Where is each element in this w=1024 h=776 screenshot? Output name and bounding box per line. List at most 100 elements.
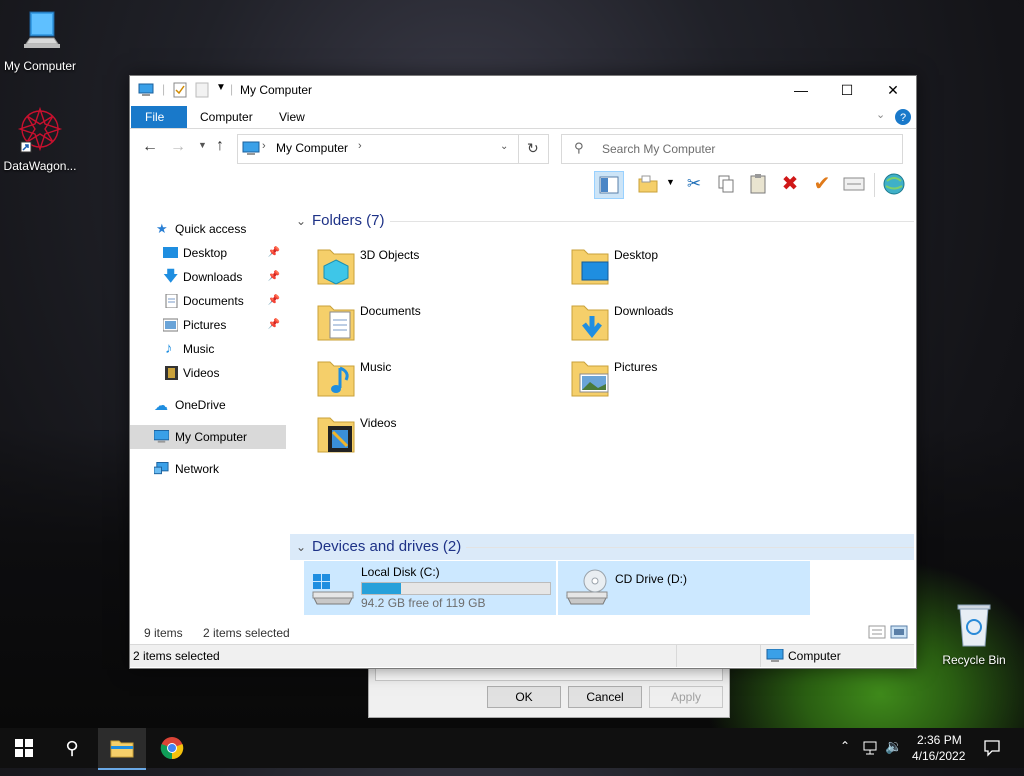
nav-videos[interactable]: Videos [130,361,286,385]
folder-downloads[interactable]: Downloads [564,294,814,346]
properties-card-icon [843,177,865,191]
explorer-window: | ▼ | My Computer — ☐ ✕ File Computer Vi… [129,75,917,669]
delete-x-icon: ✖ [781,173,799,195]
maximize-button[interactable]: ☐ [824,76,870,104]
minimize-button[interactable]: — [778,76,824,104]
computer-icon [766,649,784,662]
network-status-icon[interactable] [862,740,880,756]
pin-icon[interactable]: 📌 [268,241,280,265]
breadcrumb-chevron-icon[interactable]: › [358,140,362,152]
collapse-chevron-icon[interactable]: ⌄ [296,534,306,560]
search-button[interactable]: ⚲ [48,728,96,768]
start-button[interactable] [0,728,48,768]
nav-my-computer[interactable]: My Computer [130,425,286,449]
desktop-icon-label: DataWagon... [3,159,77,173]
search-input[interactable]: ⚲ Search My Computer [561,134,903,164]
zone-label: Computer [788,649,841,663]
file-explorer-button[interactable] [98,728,146,770]
folder-pictures[interactable]: Pictures [564,350,814,402]
nav-label: Music [183,342,215,356]
forward-arrow-icon[interactable]: → [170,138,186,156]
close-button[interactable]: ✕ [870,76,916,104]
folder-desktop[interactable]: Desktop [564,238,814,290]
drive-local-disk-c[interactable]: Local Disk (C:) 94.2 GB free of 119 GB [304,561,556,615]
music-folder-icon [317,361,355,397]
tab-view[interactable]: View [265,106,319,128]
tab-computer[interactable]: Computer [186,106,267,128]
notifications-icon[interactable] [983,739,1001,757]
new-item-button[interactable] [634,171,662,197]
window-title: My Computer [240,83,313,97]
paste-button[interactable] [744,171,772,197]
nav-downloads[interactable]: 🡇 Downloads 📌 [130,265,286,289]
folder-3d-objects[interactable]: 3D Objects [310,238,560,290]
computer-icon [24,11,60,48]
folder-music[interactable]: Music [310,350,560,402]
folder-documents[interactable]: Documents [310,294,560,346]
address-dropdown-icon[interactable]: ⌄ [500,141,508,152]
desktop-icon-label: My Computer [3,59,77,73]
status-bar: 9 items 2 items selected [130,624,914,642]
nav-desktop[interactable]: Desktop 📌 [130,241,286,265]
nav-onedrive[interactable]: ☁ OneDrive [130,393,286,417]
separator: | [230,82,234,96]
breadcrumb-chevron-icon[interactable]: › [262,140,266,152]
network-button[interactable] [880,171,908,197]
divider [390,221,914,222]
properties-icon[interactable] [172,82,188,98]
divider [518,135,519,163]
desktop-icon-recycle-bin[interactable]: Recycle Bin [934,602,1014,667]
chrome-button[interactable] [148,728,196,768]
cut-button[interactable]: ✂ [680,171,708,197]
properties-button[interactable] [840,171,868,197]
cancel-button[interactable]: Cancel [568,686,642,708]
folder-videos[interactable]: Videos [310,406,560,458]
address-bar[interactable]: › My Computer › ⌄ ↻ [237,134,549,164]
delete-button[interactable]: ✖ [776,171,804,197]
volume-icon[interactable]: 🔉 [885,738,902,755]
help-icon[interactable]: ? [894,108,912,126]
desktop-icon-my-computer[interactable]: My Computer [0,8,80,73]
clock-date[interactable]: 4/16/2022 [912,749,965,763]
3d-objects-folder-icon [317,249,355,285]
dialog-panel [375,667,723,681]
nav-documents[interactable]: Documents 📌 [130,289,286,313]
apply-button[interactable]: Apply [649,686,723,708]
copy-button[interactable] [712,171,740,197]
large-icons-view-icon[interactable] [890,625,908,639]
drive-cd-d[interactable]: CD Drive (D:) [558,561,810,615]
show-hidden-icons-icon[interactable]: ⌃ [840,739,850,753]
expand-ribbon-icon[interactable]: ⌄ [876,108,885,121]
pin-icon[interactable]: 📌 [268,265,280,289]
customize-qa-chevron-icon[interactable]: ▼ [216,82,226,93]
drive-free-space: 94.2 GB free of 119 GB [361,596,486,610]
preview-pane-button[interactable] [594,171,624,199]
nav-network[interactable]: Network [130,457,286,481]
nav-quick-access[interactable]: ★ Quick access [130,217,286,241]
recent-locations-icon[interactable]: ▼ [198,140,207,150]
new-folder-icon[interactable] [194,82,210,98]
network-icon [154,462,169,475]
pin-icon[interactable]: 📌 [268,313,280,337]
hard-drive-icon [312,574,354,605]
nav-label: Downloads [183,270,243,284]
back-arrow-icon[interactable]: ← [142,138,158,156]
rename-button[interactable]: ✔ [808,171,836,197]
nav-pictures[interactable]: Pictures 📌 [130,313,286,337]
ok-button[interactable]: OK [487,686,561,708]
nav-music[interactable]: ♪ Music [130,337,286,361]
cloud-icon: ☁ [154,397,168,413]
details-view-icon[interactable] [868,625,886,639]
devices-group-header[interactable]: ⌄ Devices and drives (2) [290,534,914,560]
folders-group-header[interactable]: ⌄ Folders (7) [290,208,914,234]
desktop-icon-datawagon[interactable]: DataWagon... [0,104,80,173]
new-item-dropdown-icon[interactable]: ▼ [666,177,675,187]
breadcrumb[interactable]: My Computer [276,141,348,155]
up-arrow-icon[interactable]: ↑ [216,137,224,155]
refresh-icon[interactable]: ↻ [527,140,539,157]
pin-icon[interactable]: 📌 [268,289,280,313]
film-icon [165,366,178,380]
collapse-chevron-icon[interactable]: ⌄ [296,208,306,234]
tab-file[interactable]: File [131,106,187,128]
clock-time[interactable]: 2:36 PM [917,733,962,747]
